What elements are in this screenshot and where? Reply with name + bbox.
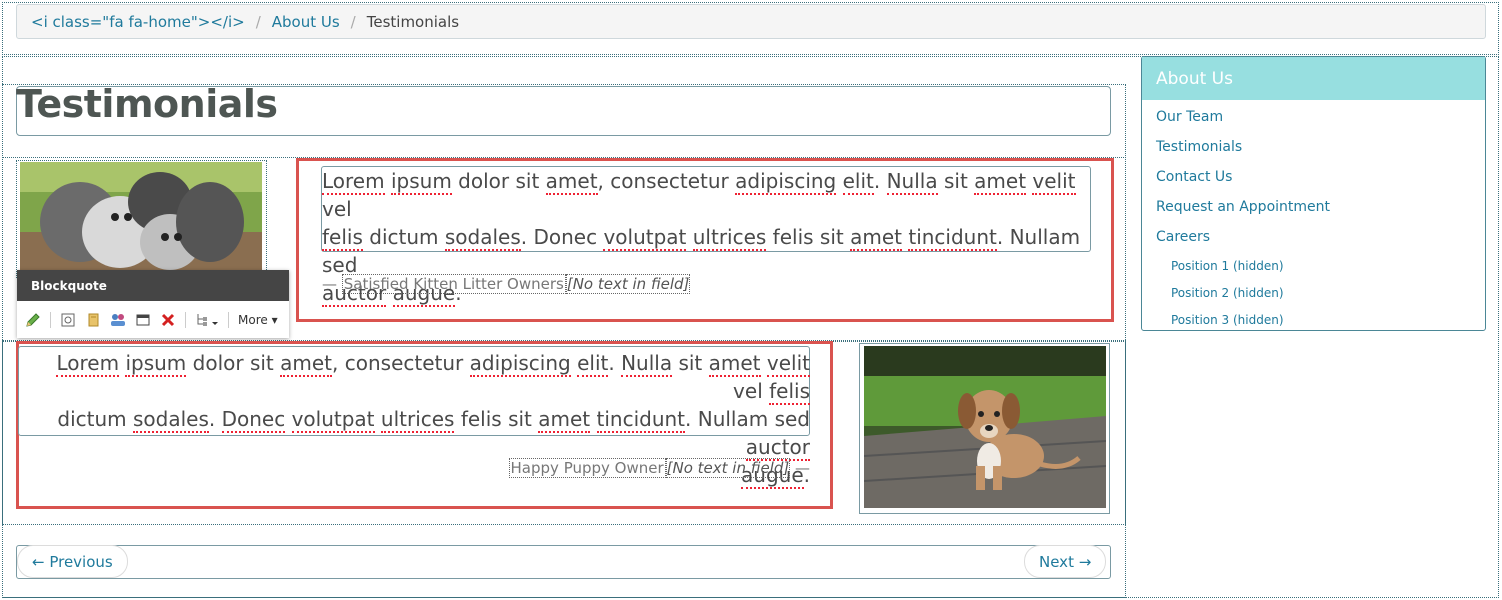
breadcrumb-about-link[interactable]: About Us [272,13,340,31]
quote-word: Donec [221,407,286,433]
quote-word: . [873,169,887,193]
cite-empty-field[interactable]: [No text in field] [565,274,691,294]
quote-word: amet [545,169,598,195]
quote-word: velit [766,351,810,377]
quote-word: Lorem [322,169,385,195]
toolbar-divider [50,311,51,328]
quote-citation-2: Happy Puppy Owner [No text in field] — [508,458,810,478]
quote-word: ipsum [125,351,187,377]
quote-word: volutpat [603,225,687,251]
quote-word: amet [538,407,591,433]
quote-word: tincidunt [596,407,686,433]
quote-word: , consectetur [597,169,736,193]
sidebar-title[interactable]: About Us [1142,57,1485,100]
next-button[interactable]: Next → [1024,545,1107,578]
quote-word [590,407,596,431]
quote-word [836,169,842,193]
cite-dash: — [795,459,810,477]
window-icon[interactable] [135,312,151,328]
more-dropdown[interactable]: More ▾ [238,313,278,327]
sidebar-subitem-position-1[interactable]: Position 1 (hidden) [1142,252,1485,279]
pager [16,545,1111,579]
quote-word: Lorem [56,351,120,377]
quote-word: ultrices [380,407,455,433]
toolbar-divider [185,311,186,328]
quote-word: amet [280,351,333,377]
quote-word: ipsum [390,169,452,195]
quote-word: . Nullam sed [685,407,810,431]
users-icon[interactable] [110,312,126,328]
quote-word: . [208,407,222,431]
quote-word: sit [937,169,975,193]
quote-word: amet [708,351,761,377]
quote-word: dictum [57,407,133,431]
cite-author-field[interactable]: Happy Puppy Owner [508,458,666,478]
toolbar-title: Blockquote [17,270,289,301]
quote-word: dolor sit [186,351,281,375]
sidebar-item-contact-us[interactable]: Contact Us [1142,162,1485,192]
template-icon[interactable] [85,312,101,328]
quote-word: sit [672,351,709,375]
blockquote-toolbar: Blockquote More ▾ [17,270,289,338]
quote-word: amet [974,169,1027,195]
breadcrumb-home-link[interactable]: <i class="fa fa-home"></i> [31,13,245,31]
quote-word: Nulla [886,169,938,195]
quote-word: vel [322,197,352,221]
tree-icon[interactable] [195,312,219,328]
toolbar-actions: More ▾ [17,301,289,338]
quote-word: . [608,351,622,375]
quote-word: . Donec [520,225,604,249]
previous-button[interactable]: ← Previous [17,545,128,578]
cite-empty-field[interactable]: [No text in field] [665,458,791,478]
quote-word: vel [733,379,770,403]
sidebar-subitem-position-2[interactable]: Position 2 (hidden) [1142,279,1485,306]
page-title[interactable]: Testimonials [16,82,278,126]
quote-word [686,225,692,249]
quote-word: ultrices [692,225,767,251]
quote-word: felis sit [454,407,539,431]
sidebar-item-request-appointment[interactable]: Request an Appointment [1142,192,1485,222]
sidebar-item-careers[interactable]: Careers [1142,222,1485,252]
puppy-image[interactable] [864,346,1106,508]
quote-word: velit [1032,169,1076,195]
cite-author-field[interactable]: Satisfied Kitten Litter Owners [341,274,566,294]
quote-word: adipiscing [469,351,571,377]
quote-word: elit [842,169,874,195]
chevron-down-icon: ▾ [271,312,278,327]
quote-word: sodales [132,407,209,433]
quote-word [761,351,767,375]
settings-icon[interactable] [60,312,76,328]
quote-citation-1: — Satisfied Kitten Litter Owners [No text… [322,274,691,294]
breadcrumb: <i class="fa fa-home"></i> / About Us / … [16,4,1486,39]
kittens-image[interactable] [20,162,262,270]
quote-word: adipiscing [735,169,837,195]
quote-word [285,407,291,431]
quote-word: tincidunt [908,225,997,251]
cite-dash: — [322,275,337,293]
delete-icon[interactable] [160,312,176,328]
quote-word: felis sit [766,225,851,249]
sidebar-item-our-team[interactable]: Our Team [1142,102,1485,132]
breadcrumb-current: Testimonials [366,12,460,31]
quote-word [375,407,381,431]
breadcrumb-separator: / [350,12,356,31]
quote-word: sodales [444,225,521,251]
edit-pencil-icon[interactable] [25,312,41,328]
quote-word: Nulla [621,351,673,377]
sidebar-subitem-position-3[interactable]: Position 3 (hidden) [1142,306,1485,333]
quote-word: elit [577,351,609,377]
quote-word: amet [850,225,902,251]
quote-word: felis [322,225,363,251]
sidebar-item-testimonials[interactable]: Testimonials [1142,132,1485,162]
quote-word: felis [769,379,810,405]
quote-word: volutpat [291,407,375,433]
sidebar: About Us Our Team Testimonials Contact U… [1141,56,1486,331]
breadcrumb-separator: / [255,12,261,31]
quote-word: , consectetur [332,351,470,375]
quote-word: dolor sit [451,169,546,193]
quote-word: dictum [362,225,445,249]
toolbar-divider [228,311,229,328]
more-label: More [238,312,268,327]
